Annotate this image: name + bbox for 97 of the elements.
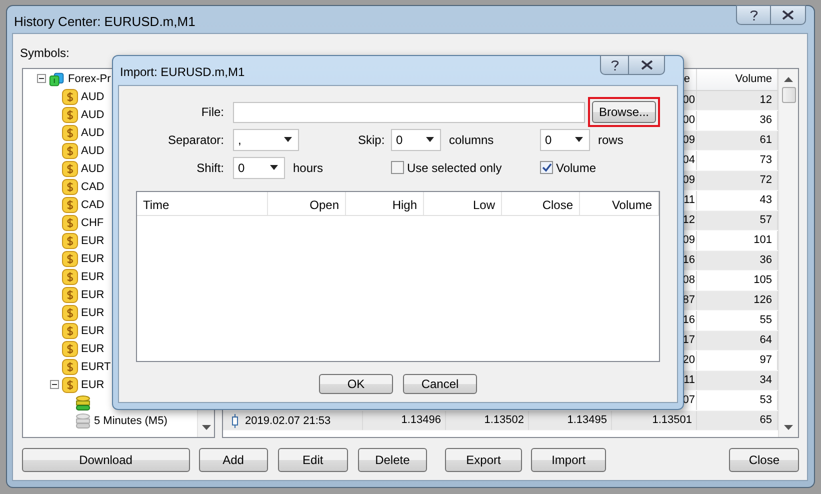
tree-item[interactable]: AUD [81, 145, 104, 157]
tree-item[interactable]: CAD [81, 199, 104, 211]
field-label: Skip: [358, 132, 386, 146]
coin-icon [62, 341, 78, 357]
coin-icon [62, 251, 78, 267]
window-title: History Center: EURUSD.m,M1 [14, 14, 196, 29]
coin-icon [62, 179, 78, 195]
dialog-button[interactable]: Import [530, 448, 606, 472]
symbols-label: Symbols: [20, 46, 70, 62]
tree-item[interactable]: 5 Minutes (M5) [94, 415, 168, 427]
columns-dropdown[interactable]: 0 [391, 128, 441, 150]
dialog-button[interactable]: Edit [278, 448, 348, 472]
tree-item[interactable]: EUR [81, 253, 104, 265]
unit-label: columns [449, 132, 494, 146]
separator-dropdown[interactable]: , [233, 128, 299, 150]
tree-item[interactable]: Forex-Pr [68, 73, 111, 85]
help-icon [750, 10, 758, 20]
coin-icon [62, 89, 78, 105]
column-header[interactable]: Time [137, 192, 268, 215]
tree-item[interactable]: AUD [81, 91, 104, 103]
dialog-button[interactable]: Cancel [403, 374, 477, 394]
browse-button[interactable]: Browse... [592, 101, 656, 123]
dialog-button[interactable]: Export [445, 448, 522, 472]
help-icon [610, 60, 618, 70]
collapse-icon[interactable] [37, 74, 46, 82]
table-cell: 2019.02.07 21:53 [245, 414, 331, 426]
dialog-button[interactable]: Add [198, 448, 268, 472]
close-button[interactable] [629, 55, 665, 75]
shift-dropdown[interactable]: 0 [233, 156, 285, 178]
candle-icon [231, 414, 239, 428]
dropdown-arrow-icon [426, 137, 434, 142]
tree-item[interactable]: EUR [81, 289, 104, 301]
column-header[interactable]: Close [502, 192, 580, 215]
tree-item[interactable]: EURT [81, 361, 111, 373]
field-label: Separator: [166, 132, 225, 146]
checkbox-label[interactable]: Use selected only [407, 160, 502, 174]
scroll-up-icon[interactable] [784, 76, 793, 82]
coin-icon [62, 125, 78, 141]
help-button[interactable] [736, 5, 771, 25]
dialog-button[interactable]: Close [729, 448, 799, 472]
coin-icon [62, 197, 78, 213]
column-header[interactable]: Low [424, 192, 502, 215]
coin-icon [62, 143, 78, 159]
tree-item[interactable]: EUR [81, 325, 104, 337]
field-label: File: [200, 105, 225, 119]
table-cell: 1.13495 [529, 411, 612, 430]
tree-item[interactable]: AUD [81, 127, 104, 139]
checkmark-icon [542, 163, 552, 172]
close-button[interactable] [771, 5, 806, 25]
column-header[interactable]: Open [268, 192, 346, 215]
folder-group-icon [49, 72, 65, 86]
checkbox[interactable] [391, 161, 404, 174]
file-input-field[interactable] [233, 102, 585, 122]
dropdown-arrow-icon [284, 137, 292, 142]
tree-item[interactable]: EUR [81, 343, 104, 355]
dropdown-arrow-icon [575, 137, 583, 142]
coin-icon [62, 287, 78, 303]
tree-item[interactable]: EUR [81, 271, 104, 283]
checkbox[interactable] [540, 161, 553, 174]
tree-item[interactable]: AUD [81, 109, 104, 121]
close-icon [782, 10, 794, 20]
column-header[interactable]: High [346, 192, 424, 215]
checkbox-label[interactable]: Volume [556, 160, 596, 174]
dialog-title: Import: EURUSD.m,M1 [120, 65, 246, 79]
help-button[interactable] [600, 55, 629, 75]
table-cell: 1.13501 [612, 411, 697, 430]
coin-icon [62, 323, 78, 339]
tree-item[interactable]: EUR [81, 379, 104, 391]
tree-item[interactable]: CAD [81, 181, 104, 193]
close-icon [640, 60, 652, 70]
scroll-thumb[interactable] [782, 87, 796, 103]
tree-item[interactable]: CHF [81, 217, 104, 229]
coin-icon [62, 305, 78, 321]
rows-dropdown[interactable]: 0 [540, 128, 590, 150]
tree-item[interactable]: AUD [81, 163, 104, 175]
table-cell: 1.13502 [446, 411, 529, 430]
coin-icon [62, 161, 78, 177]
coin-icon [62, 233, 78, 249]
dialog-button[interactable]: OK [319, 374, 393, 394]
scroll-down-icon[interactable] [202, 425, 210, 431]
dialog-button[interactable]: Download [22, 448, 190, 472]
unit-label: hours [293, 160, 324, 174]
table-cell: 1.13496 [363, 411, 446, 430]
coin-icon [62, 269, 78, 285]
field-label: Shift: [196, 160, 225, 174]
scroll-down-icon[interactable] [784, 425, 793, 431]
collapse-icon[interactable] [50, 380, 59, 388]
dropdown-arrow-icon [270, 165, 278, 170]
tree-item[interactable]: EUR [81, 235, 104, 247]
coin-icon [62, 377, 78, 393]
column-header[interactable]: Volume [580, 192, 659, 215]
coin-icon [62, 107, 78, 123]
scrollbar[interactable] [778, 69, 798, 437]
coin-icon [62, 215, 78, 231]
coin-icon [62, 359, 78, 375]
tree-item[interactable]: EUR [81, 307, 104, 319]
dialog-button[interactable]: Delete [358, 448, 428, 472]
